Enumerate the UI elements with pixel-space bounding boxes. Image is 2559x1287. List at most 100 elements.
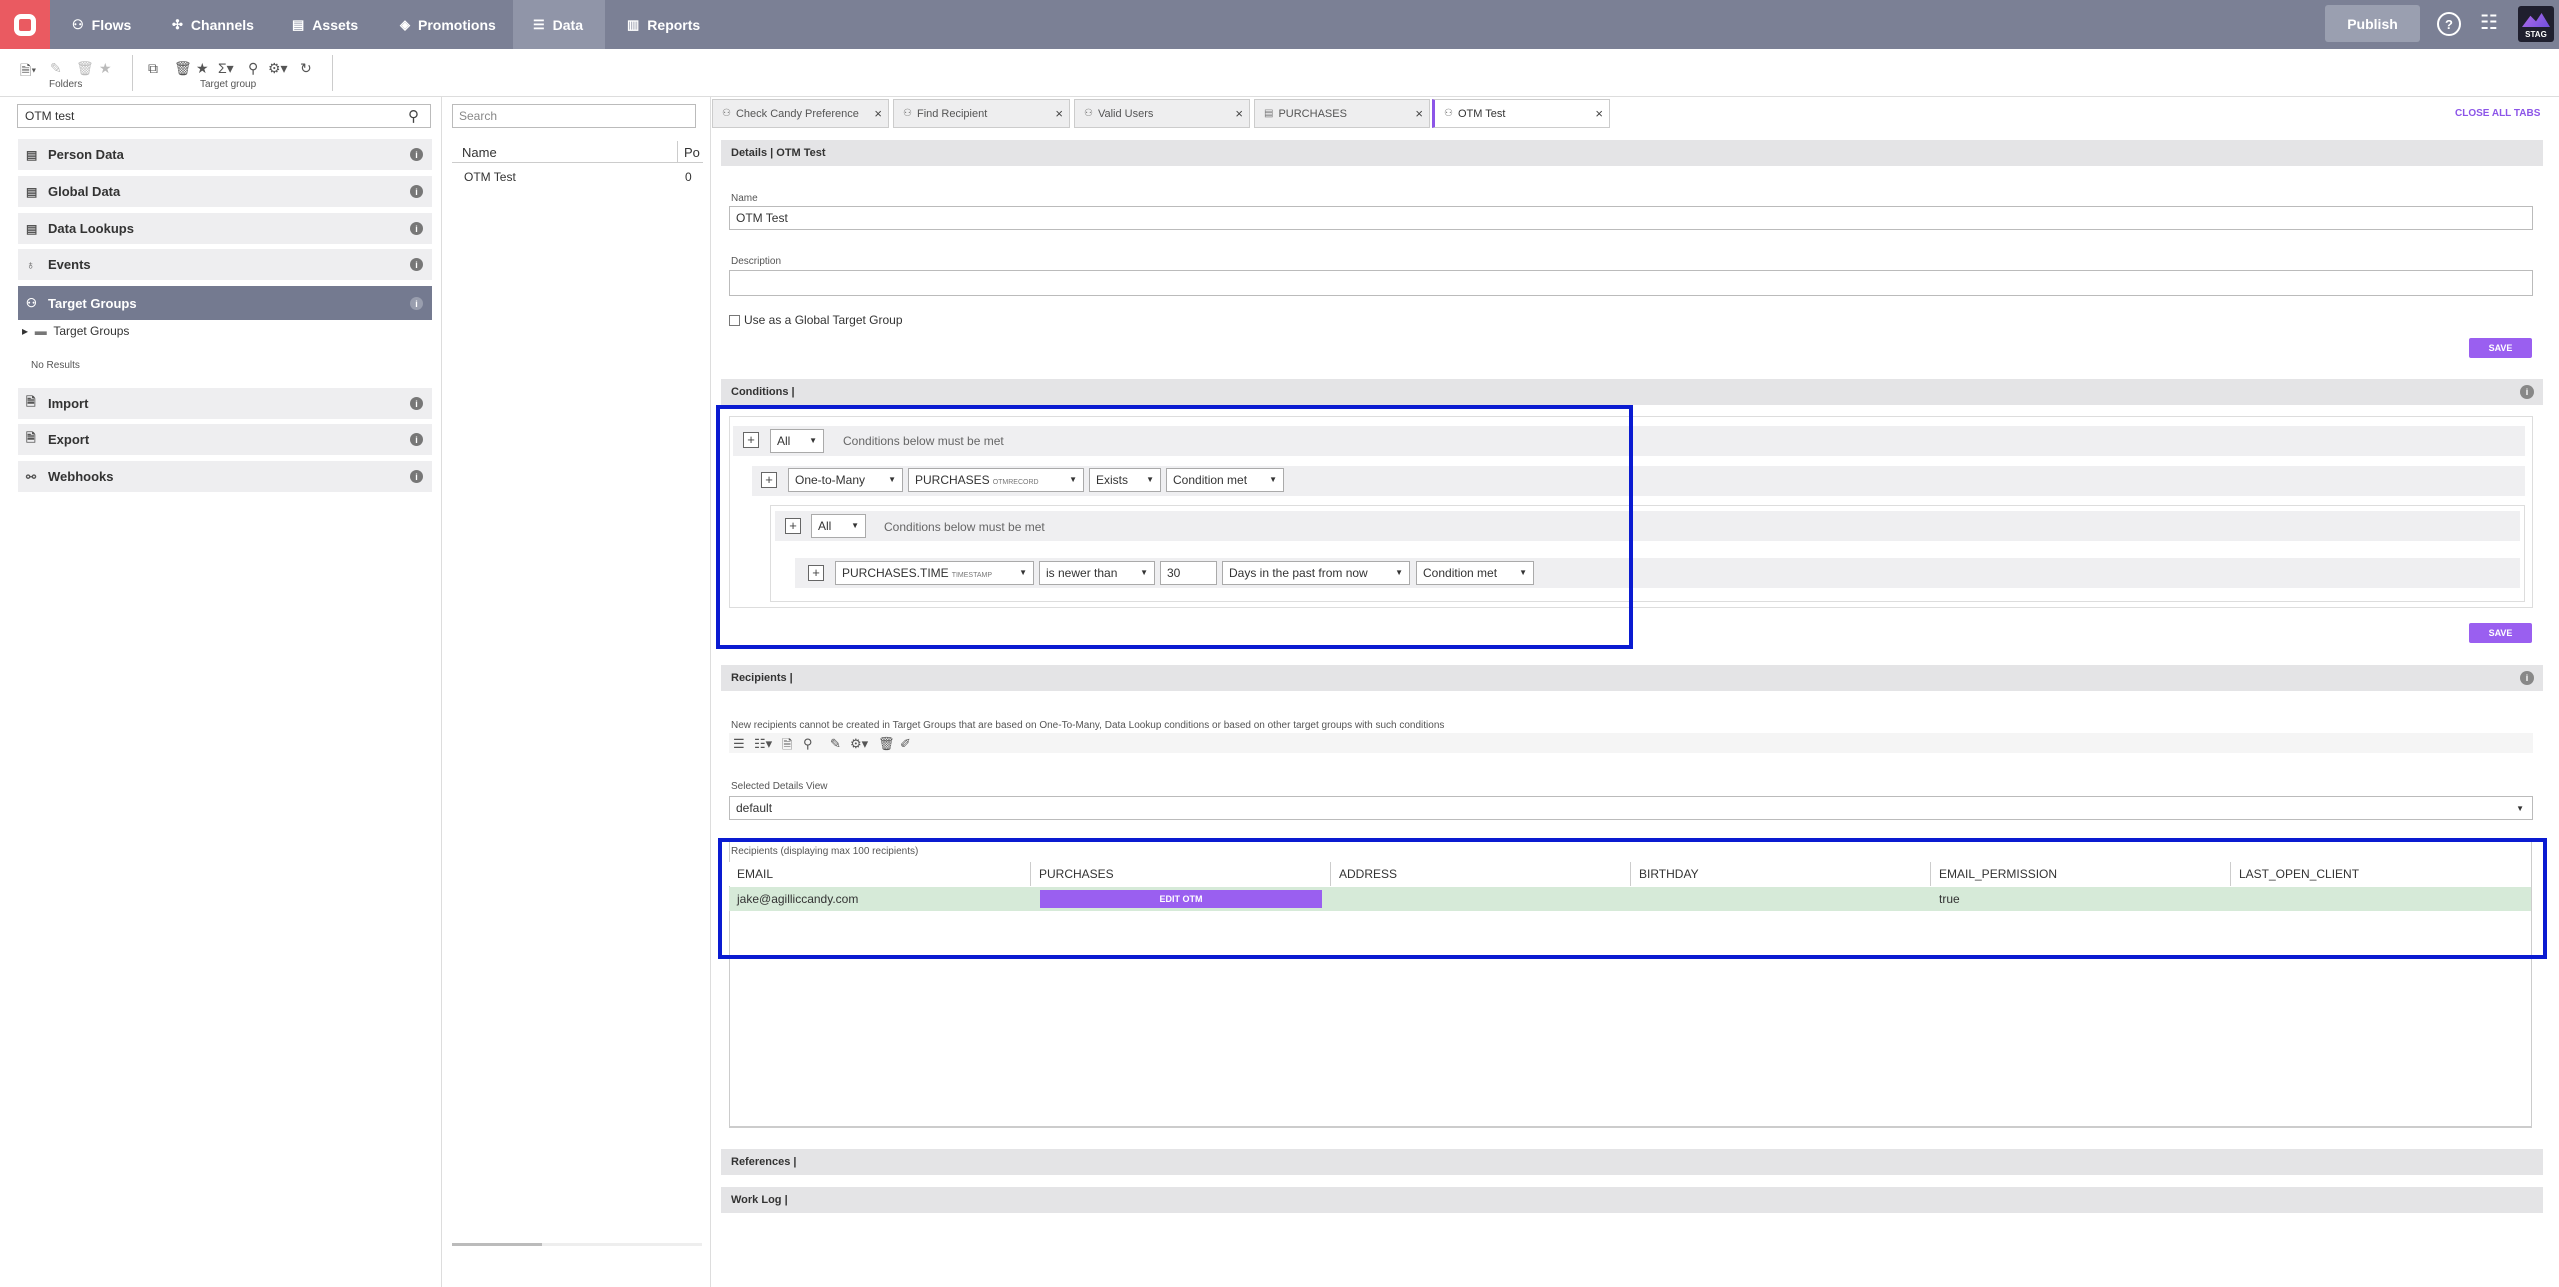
close-icon[interactable]: × <box>874 106 882 121</box>
list-item-name: OTM Test <box>464 170 516 184</box>
app-logo[interactable] <box>0 0 50 49</box>
info-icon[interactable]: i <box>410 470 423 483</box>
close-all-tabs-link[interactable]: CLOSE ALL TABS <box>2455 108 2540 119</box>
copy-icon[interactable]: ⧉ <box>148 60 158 77</box>
description-input[interactable] <box>729 270 2533 296</box>
left-item-person-data[interactable]: ▤ Person Data i <box>18 139 432 170</box>
tree-node-target-groups[interactable]: ▸ ▬ Target Groups <box>22 324 129 338</box>
left-item-data-lookups[interactable]: ▤ Data Lookups i <box>18 213 432 244</box>
nav-channels[interactable]: ✣ Channels <box>160 0 268 49</box>
close-icon[interactable]: × <box>1235 106 1243 121</box>
caret-down-icon: ▼ <box>2516 804 2524 813</box>
close-icon[interactable]: × <box>1055 106 1063 121</box>
conditions-section-header[interactable]: Conditions | i <box>721 379 2543 405</box>
webhooks-icon: ⚯ <box>26 469 37 484</box>
details-view-select[interactable]: default ▼ <box>729 796 2533 820</box>
info-icon[interactable]: i <box>410 397 423 410</box>
target-group-label: Target group <box>200 79 257 90</box>
export-icon: 🗎 <box>26 431 36 445</box>
nav-flows[interactable]: ⚇ Flows <box>60 0 146 49</box>
tab-valid-users[interactable]: ⚇ Valid Users × <box>1074 99 1250 128</box>
delete-folder-icon[interactable]: 🗑 <box>76 60 94 77</box>
recipients-section-header[interactable]: Recipients | i <box>721 665 2543 691</box>
brush-icon[interactable]: ✎ <box>830 736 841 752</box>
global-target-group-checkbox[interactable] <box>729 314 740 326</box>
pin-icon[interactable]: ⚲ <box>248 60 258 77</box>
data-lookups-icon: ▤ <box>26 221 38 236</box>
left-item-global-data[interactable]: ▤ Global Data i <box>18 176 432 207</box>
nav-promotions[interactable]: ◈ Promotions <box>388 0 508 49</box>
caret-right-icon[interactable]: ▸ <box>22 324 28 338</box>
info-icon[interactable]: i <box>410 148 423 161</box>
new-folder-icon[interactable]: 🗎▾ <box>20 60 36 84</box>
nav-assets[interactable]: ▤ Assets <box>280 0 380 49</box>
document-icon[interactable]: 🗎 <box>782 736 792 758</box>
no-results-text: No Results <box>31 360 80 371</box>
details-section-header[interactable]: Details | OTM Test <box>721 140 2543 166</box>
tools-icon[interactable]: ⚙▾ <box>850 736 868 752</box>
details-save-button[interactable]: SAVE <box>2469 338 2532 358</box>
name-label: Name <box>731 193 758 204</box>
tab-check-candy-preference[interactable]: ⚇ Check Candy Preference × <box>712 99 889 128</box>
environment-badge[interactable]: STAG <box>2518 6 2554 42</box>
tab-find-recipient[interactable]: ⚇ Find Recipient × <box>893 99 1070 128</box>
nav-reports[interactable]: ▥ Reports <box>615 0 715 49</box>
channels-icon: ✣ <box>172 16 183 32</box>
events-icon: ♁ <box>26 257 35 272</box>
panel-divider[interactable] <box>710 97 711 1287</box>
left-item-target-groups[interactable]: ⚇ Target Groups i <box>18 286 432 320</box>
info-icon[interactable]: i <box>410 185 423 198</box>
left-item-webhooks[interactable]: ⚯ Webhooks i <box>18 461 432 492</box>
settings-sliders-icon[interactable]: ☷ <box>2480 10 2498 35</box>
favorite-icon[interactable]: ★ <box>196 60 209 77</box>
favorite-folder-icon[interactable]: ★ <box>99 60 112 77</box>
target-group-icon: ⚇ <box>1444 108 1453 119</box>
resize-handle[interactable] <box>729 1126 2532 1128</box>
toolbar-divider <box>132 55 133 91</box>
column-name[interactable]: Name <box>462 145 497 160</box>
nav-data[interactable]: ☰ Data <box>513 0 605 49</box>
delete-icon[interactable]: 🗑 <box>878 736 895 752</box>
pin-icon[interactable]: ✐ <box>900 736 911 752</box>
global-target-group-option[interactable]: Use as a Global Target Group <box>729 313 903 327</box>
info-icon[interactable]: i <box>410 297 423 310</box>
search-icon[interactable]: ⚲ <box>408 107 419 125</box>
search-icon[interactable]: ⚲ <box>803 736 813 752</box>
column-po[interactable]: Po <box>677 141 700 163</box>
publish-button[interactable]: Publish <box>2325 5 2420 42</box>
logo-icon <box>14 13 36 36</box>
tab-otm-test[interactable]: ⚇ OTM Test × <box>1432 99 1610 128</box>
delete-icon[interactable]: 🗑 <box>174 60 192 77</box>
target-group-icon: ⚇ <box>903 108 912 119</box>
details-view-label: Selected Details View <box>731 781 828 792</box>
conditions-save-button[interactable]: SAVE <box>2469 623 2532 643</box>
toolbar <box>0 49 2559 97</box>
refresh-icon[interactable]: ↻ <box>300 60 312 77</box>
columns-icon[interactable]: ☷▾ <box>754 736 772 752</box>
left-item-export[interactable]: 🗎 Export i <box>18 424 432 455</box>
close-icon[interactable]: × <box>1595 106 1603 121</box>
references-section-header[interactable]: References | <box>721 1149 2543 1175</box>
tools-icon[interactable]: ⚙▾ <box>268 60 288 77</box>
info-icon[interactable]: i <box>410 433 423 446</box>
list-search-input[interactable]: Search <box>452 104 696 128</box>
info-icon[interactable]: i <box>410 222 423 235</box>
left-search-input[interactable]: OTM test <box>17 104 431 128</box>
close-icon[interactable]: × <box>1415 106 1423 121</box>
panel-divider[interactable] <box>441 97 442 1287</box>
data-lookup-icon: ▤ <box>1264 108 1274 119</box>
edit-folder-icon[interactable]: ✎ <box>50 60 62 77</box>
left-item-events[interactable]: ♁ Events i <box>18 249 432 280</box>
scrollbar-thumb[interactable] <box>452 1243 542 1246</box>
info-icon[interactable]: i <box>2520 385 2534 399</box>
help-icon[interactable]: ? <box>2437 12 2461 36</box>
name-input[interactable]: OTM Test <box>729 206 2533 230</box>
person-data-icon: ▤ <box>26 147 38 162</box>
info-icon[interactable]: i <box>2520 671 2534 685</box>
worklog-section-header[interactable]: Work Log | <box>721 1187 2543 1213</box>
info-icon[interactable]: i <box>410 258 423 271</box>
left-item-import[interactable]: 🗎 Import i <box>18 388 432 419</box>
tab-purchases[interactable]: ▤ PURCHASES × <box>1254 99 1430 128</box>
sum-icon[interactable]: Σ▾ <box>218 60 234 77</box>
list-view-icon[interactable]: ☰ <box>733 736 745 752</box>
